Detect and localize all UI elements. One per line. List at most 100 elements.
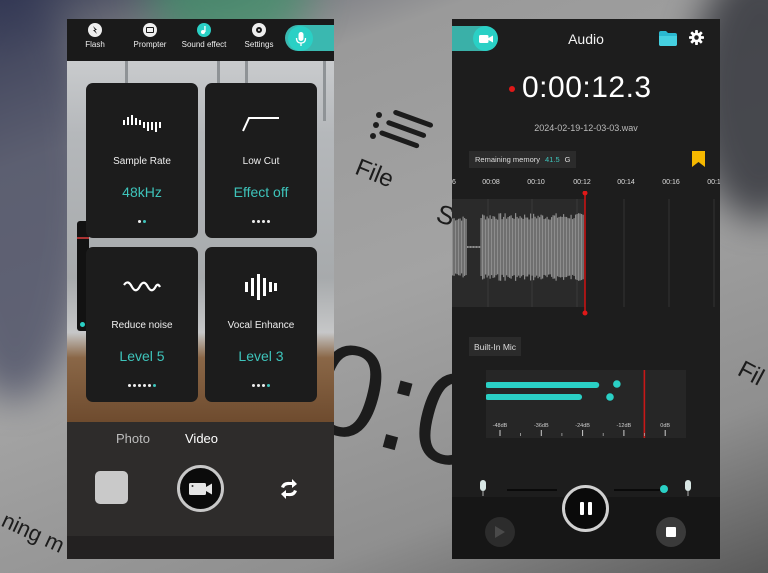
bg-text-fil: Fil [733, 355, 768, 392]
timeline-tick-label: 6 [452, 179, 456, 186]
waveform-sample [557, 217, 559, 277]
toolbar-prompter[interactable]: Prompter [120, 23, 180, 49]
waveform-sample [461, 220, 463, 274]
waveform-sample [459, 218, 461, 276]
waveform-sample [525, 217, 527, 277]
timeline-ruler[interactable]: 6 00:08 00:10 00:12 00:14 00:16 00:1 [452, 177, 720, 191]
waveform-sample [555, 213, 557, 281]
waveform-sample [507, 217, 509, 277]
timeline-tick-label: 00:12 [573, 179, 591, 186]
mode-photo-tab[interactable]: Photo [116, 431, 150, 446]
waveform-sample [543, 219, 545, 275]
pause-button[interactable] [562, 485, 609, 532]
stop-button[interactable] [656, 517, 686, 547]
record-video-button[interactable] [177, 465, 224, 512]
toolbar-settings[interactable]: Settings [229, 23, 289, 49]
microphone-mode-button[interactable] [288, 26, 313, 51]
peak-indicator [613, 380, 621, 388]
card-value: Level 5 [119, 348, 165, 364]
waveform-sample [491, 218, 493, 276]
stop-icon [666, 527, 676, 537]
waveform-sample [476, 246, 478, 248]
level-meter: -48dB -36dB -24dB -12dB 0dB [486, 370, 686, 438]
playhead-top-handle [582, 191, 588, 196]
waveform-sample [551, 217, 553, 277]
waveform-sample [453, 218, 455, 276]
card-low-cut[interactable]: Low Cut Effect off [205, 83, 317, 238]
card-page-dots [86, 220, 198, 223]
waveform-sample [569, 218, 571, 276]
waveform-sample [488, 218, 490, 276]
sample-rate-icon [86, 113, 198, 133]
bg-text-memory: ning m [0, 507, 69, 558]
toolbar-sound-effect[interactable]: Sound effect [174, 23, 234, 49]
waveform-sample [552, 215, 554, 279]
db-tick-label: -12dB [617, 423, 632, 429]
page-dot [143, 384, 146, 387]
card-page-dots [86, 384, 198, 387]
waveform-sample [545, 218, 547, 276]
db-tick-label: -48dB [493, 423, 508, 429]
waveform-sample [479, 246, 481, 248]
gallery-thumbnail[interactable] [95, 471, 128, 504]
remaining-memory: Remaining memory 41.5 G [469, 151, 577, 168]
db-tick-label: -36dB [534, 423, 549, 429]
gain-slider-track-right[interactable] [614, 489, 660, 491]
waveform-sample [560, 216, 562, 278]
play-button[interactable] [485, 517, 515, 547]
toolbar-sound-effect-label: Sound effect [181, 40, 227, 49]
waveform-sample [462, 216, 464, 278]
gain-slider-track-left[interactable] [507, 489, 557, 491]
waveform-sample [474, 246, 476, 248]
waveform-sample [494, 216, 496, 278]
bookmark-icon[interactable] [692, 151, 705, 167]
toolbar-prompter-label: Prompter [133, 40, 167, 49]
waveform-sample [513, 218, 515, 276]
waveform-sample [458, 218, 460, 276]
waveform[interactable] [452, 191, 720, 319]
card-value: Effect off [233, 184, 289, 200]
timeline-tick-label: 00:14 [617, 179, 635, 186]
folder-icon[interactable] [659, 31, 677, 46]
card-vocal-enhance[interactable]: Vocal Enhance Level 3 [205, 247, 317, 402]
zoom-slider-handle[interactable] [80, 322, 85, 327]
waveform-sample [578, 213, 580, 281]
waveform-sample [548, 219, 550, 275]
waveform-sample [527, 217, 529, 277]
waveform-sample [470, 246, 472, 248]
waveform-sample [489, 215, 491, 279]
waveform-sample [575, 214, 577, 280]
switch-camera-button[interactable] [277, 477, 301, 501]
input-source-label[interactable]: Built-In Mic [469, 337, 522, 356]
gear-icon[interactable] [689, 30, 704, 45]
timeline-tick-label: 00:08 [482, 179, 500, 186]
toolbar-flash[interactable]: Flash [67, 23, 125, 49]
waveform-sample [497, 219, 499, 275]
low-cut-icon [205, 113, 317, 133]
waveform-sample [515, 213, 517, 281]
waveform-sample [518, 218, 520, 276]
gain-slider-handle[interactable] [660, 485, 668, 493]
card-sample-rate[interactable]: Sample Rate 48kHz [86, 83, 198, 238]
db-tick-label: -24dB [575, 423, 590, 429]
waveform-sample [467, 246, 469, 248]
recording-timer: 0:00:12.3 [522, 71, 652, 104]
toolbar-flash-label: Flash [85, 40, 105, 49]
timeline-tick-label: 00:1 [707, 179, 720, 186]
waveform-sample [498, 213, 500, 281]
waveform-sample [456, 219, 458, 275]
flash-icon [88, 23, 102, 37]
mode-video-tab[interactable]: Video [185, 431, 218, 446]
waveform-sample [510, 215, 512, 279]
card-reduce-noise[interactable]: Reduce noise Level 5 [86, 247, 198, 402]
waveform-sample [455, 220, 457, 274]
waveform-sample [500, 213, 502, 281]
capture-controls: Photo Video [67, 422, 334, 559]
waveform-sample [576, 213, 578, 281]
video-camera-icon [188, 482, 212, 495]
card-value: 48kHz [122, 184, 162, 200]
waveform-sample [539, 217, 541, 277]
microphone-icon [295, 31, 306, 46]
switch-camera-icon [281, 479, 297, 499]
page-dot [138, 220, 141, 223]
